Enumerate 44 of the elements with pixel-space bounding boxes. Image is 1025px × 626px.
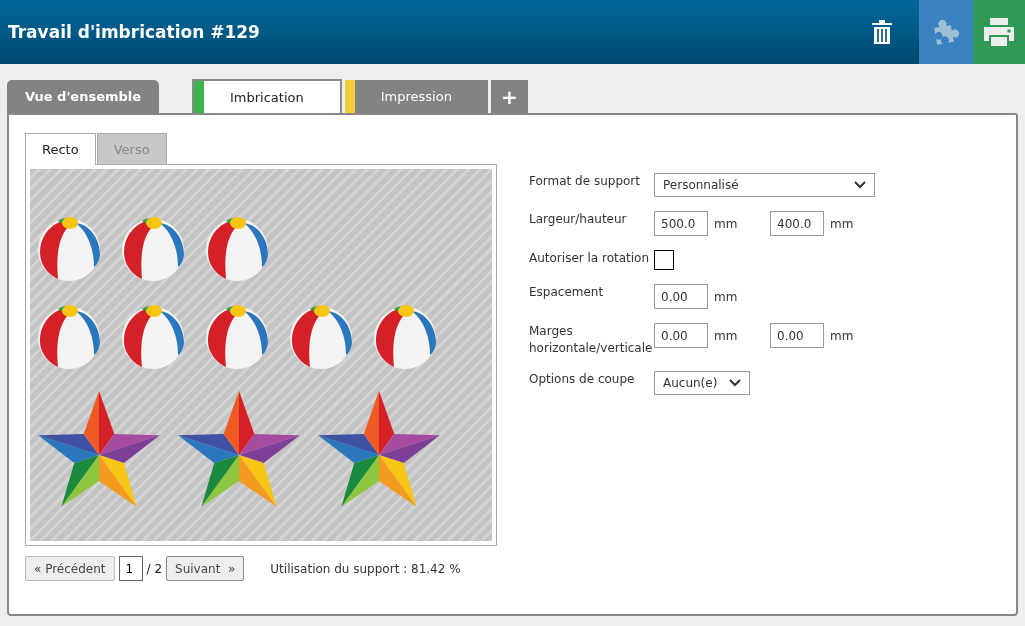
- unit-label: mm: [714, 328, 739, 343]
- beach-ball: [372, 303, 438, 369]
- tab[interactable]: Imbrication: [192, 79, 342, 113]
- puzzle-icon: [931, 17, 961, 47]
- cut-options-dropdown[interactable]: Aucun(e): [654, 371, 750, 395]
- format-dropdown[interactable]: Personnalisé: [654, 173, 875, 197]
- unit-label: mm: [830, 328, 855, 343]
- tab[interactable]: Impression: [344, 80, 488, 113]
- chevron-down-icon: [729, 379, 741, 387]
- unit-label: mm: [830, 216, 855, 231]
- previous-button[interactable]: « Précédent: [25, 556, 115, 581]
- unit-label: mm: [714, 289, 739, 304]
- field-label: Espacement: [529, 284, 605, 301]
- field-label: Options de coupe: [529, 371, 636, 388]
- add-tab-button[interactable]: +: [490, 80, 528, 113]
- beach-ball: [204, 215, 270, 281]
- input-field[interactable]: 0.00: [770, 323, 824, 348]
- field-label: Largeur/hauteur: [529, 211, 628, 228]
- rotation-checkbox[interactable]: [654, 250, 674, 270]
- input-field[interactable]: 0.00: [654, 323, 708, 348]
- input-field[interactable]: 400.0: [770, 211, 824, 236]
- tab[interactable]: Vue d'ensemble: [7, 80, 159, 113]
- printer-icon: [983, 17, 1015, 47]
- unit-label: mm: [714, 216, 739, 231]
- trash-icon: [871, 19, 893, 45]
- window-title: Travail d'imbrication #129: [8, 22, 261, 42]
- beach-ball: [288, 303, 354, 369]
- beach-ball: [36, 215, 102, 281]
- page-total: / 2: [146, 561, 163, 576]
- beach-ball: [120, 215, 186, 281]
- field-label: Format de support: [529, 173, 641, 190]
- side-tab[interactable]: Recto: [25, 133, 96, 165]
- input-field[interactable]: 500.0: [654, 211, 708, 236]
- next-button[interactable]: Suivant »: [166, 556, 245, 581]
- field-label: Autoriser la rotation: [529, 250, 651, 267]
- beach-ball: [120, 303, 186, 369]
- usage-text: Utilisation du support : 81.42 %: [270, 561, 461, 576]
- page-field[interactable]: 1: [118, 556, 143, 581]
- chevron-down-icon: [854, 181, 866, 189]
- input-field[interactable]: 0.00: [654, 284, 708, 309]
- beach-ball: [204, 303, 270, 369]
- field-label: Marges horizontale/verticale: [529, 323, 654, 357]
- print-button[interactable]: [973, 0, 1025, 64]
- beach-ball: [36, 303, 102, 369]
